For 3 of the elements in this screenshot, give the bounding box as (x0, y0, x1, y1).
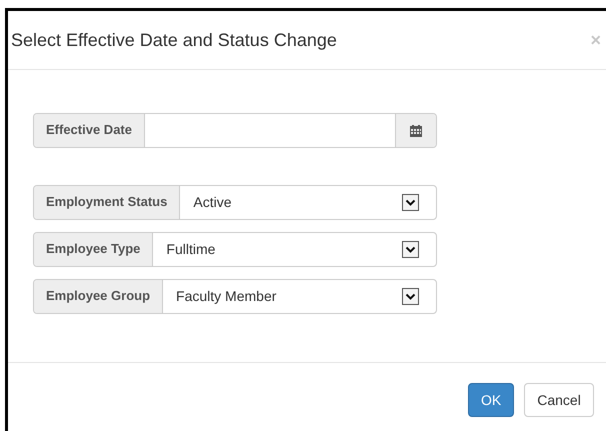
ok-button[interactable]: OK (468, 383, 514, 417)
cancel-button[interactable]: Cancel (524, 383, 594, 417)
dialog-title: Select Effective Date and Status Change (11, 28, 337, 52)
